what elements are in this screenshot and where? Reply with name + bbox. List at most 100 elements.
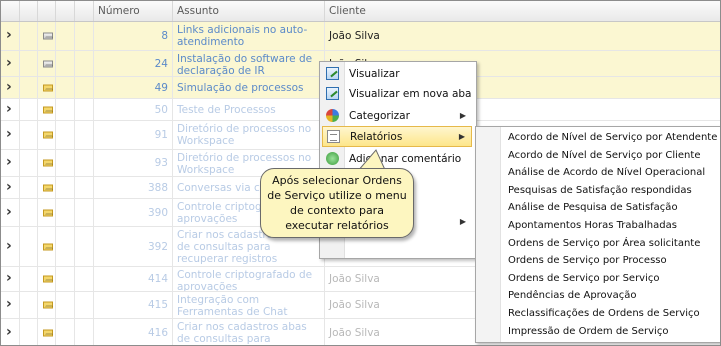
row-cell [75,177,94,198]
cell-assunto[interactable]: Integração com Ferramentas de Chat [173,292,325,318]
submenu-item-label: Ordens de Serviço por Processo [508,255,667,267]
submenu-item-label: Reclassificações de Ordens de Serviço [508,308,700,319]
cell-assunto[interactable]: Teste de Processos [173,99,325,120]
submenu-item-label: Impressão de Ordem de Serviço [508,325,669,337]
cell-numero[interactable]: 416 [94,319,173,345]
cell-numero[interactable]: 414 [94,267,173,291]
expand-arrow-icon[interactable] [1,267,20,291]
cliente-text: João Silva [329,273,380,285]
row-cell [20,150,38,176]
submenu-item[interactable]: Pesquisas de Satisfação respondidas [476,182,720,200]
cell-numero[interactable]: 390 [94,199,173,226]
header-assunto[interactable]: Assunto [173,1,325,21]
cell-assunto[interactable]: Diretório de processos no Workspace [173,121,325,149]
expand-arrow-icon[interactable] [1,199,20,226]
header-cliente[interactable]: Cliente [325,1,720,21]
cell-assunto[interactable]: Criar nos cadastros abas de consultas pa… [173,319,325,345]
envelope-closed-icon [43,243,53,250]
row-cell [20,22,38,50]
expand-arrow-icon[interactable] [1,177,20,198]
callout-text: Após selecionar Ordens de Serviço utiliz… [267,174,407,232]
cell-numero[interactable]: 392 [94,227,173,266]
submenu-item[interactable]: Ordens de Serviço por Área solicitante [476,235,720,253]
submenu-item[interactable]: Análise de Acordo de Nível Operacional [476,164,720,182]
expand-arrow-icon[interactable] [1,319,20,345]
submenu-item[interactable]: Acordo de Nível de Serviço por Atendente [476,129,720,147]
expand-arrow-icon[interactable] [1,77,20,98]
header-col-3 [38,1,56,21]
menu-item-label: Relatórios [350,131,403,143]
numero-link[interactable]: 388 [148,182,168,194]
menu-item-visualizar[interactable]: Visualizar [322,64,472,84]
submenu-item[interactable]: Acordo de Nível de Serviço por Cliente [476,147,720,165]
row-cell [20,319,38,345]
envelope-closed-icon [43,184,53,191]
menu-item-categorizar[interactable]: Categorizar ▶ [322,106,472,126]
view-new-tab-icon [326,87,339,100]
row-cell [56,292,75,318]
grid-header: Número Assunto Cliente [1,1,720,22]
row-cell [56,319,75,345]
cell-numero[interactable]: 8 [94,22,173,50]
row-cell [38,51,56,76]
envelope-closed-icon [43,84,53,91]
submenu-item[interactable]: Ordens de Serviço por Processo [476,252,720,270]
numero-link[interactable]: 392 [148,241,168,253]
cell-assunto[interactable]: Links adicionais no auto-atendimento [173,22,325,50]
row-cell [38,22,56,50]
submenu-item-label: Análise de Pesquisa de Satisfação [508,202,678,214]
cell-numero[interactable]: 93 [94,150,173,176]
cell-numero[interactable]: 415 [94,292,173,318]
submenu-item[interactable]: Ordens de Serviço por Serviço [476,270,720,288]
table-row[interactable]: 8 Links adicionais no auto-atendimento J… [1,22,720,51]
expand-arrow-icon[interactable] [1,99,20,120]
row-cell [75,319,94,345]
submenu-item[interactable]: Reclassificações de Ordens de Serviço [476,305,720,323]
menu-item-visualizar-nova-aba[interactable]: Visualizar em nova aba [322,84,472,104]
cell-assunto[interactable]: Instalação do software de declaração de … [173,51,325,76]
expand-arrow-icon[interactable] [1,121,20,149]
submenu-item[interactable]: Análise de Pesquisa de Satisfação [476,199,720,217]
numero-link[interactable]: 93 [155,157,168,169]
numero-link[interactable]: 414 [148,273,168,285]
numero-link[interactable]: 50 [155,104,168,116]
numero-link[interactable]: 8 [161,30,168,42]
numero-link[interactable]: 416 [148,327,168,339]
row-cell [75,199,94,226]
cell-assunto[interactable]: Simulação de processos [173,77,325,98]
submenu-item-label: Ordens de Serviço por Área solicitante [508,237,701,249]
categorize-icon [326,109,339,122]
row-cell [20,99,38,120]
cell-numero[interactable]: 49 [94,77,173,98]
cell-numero[interactable]: 50 [94,99,173,120]
submenu-item[interactable]: Apontamentos Horas Trabalhadas [476,217,720,235]
numero-link[interactable]: 390 [148,207,168,219]
row-cell [20,177,38,198]
cell-assunto[interactable]: Controle criptografado de aprovações [173,267,325,291]
menu-item-label: Visualizar em nova aba [349,88,472,100]
numero-link[interactable]: 91 [155,129,168,141]
expand-arrow-icon[interactable] [1,292,20,318]
submenu-item-label: Análise de Acordo de Nível Operacional [508,167,706,179]
expand-arrow-icon[interactable] [1,227,20,266]
numero-link[interactable]: 24 [155,58,168,70]
numero-link[interactable]: 415 [148,299,168,311]
cell-numero[interactable]: 24 [94,51,173,76]
row-cell [56,199,75,226]
row-cell [38,227,56,266]
expand-arrow-icon[interactable] [1,22,20,50]
menu-item-relatorios[interactable]: Relatórios ▶ [322,126,472,147]
expand-arrow-icon[interactable] [1,51,20,76]
expand-arrow-icon[interactable] [1,150,20,176]
header-numero[interactable]: Número [94,1,173,21]
cell-numero[interactable]: 91 [94,121,173,149]
menu-item-adicionar-comentario[interactable]: Adicionar comentário [322,149,472,169]
submenu-item[interactable]: Impressão de Ordem de Serviço [476,323,720,341]
numero-link[interactable]: 49 [155,82,168,94]
cell-numero[interactable]: 388 [94,177,173,198]
envelope-open-icon [43,60,53,67]
row-cell [75,267,94,291]
cliente-text: João Silva [329,30,380,42]
cell-cliente: João Silva [325,22,720,50]
submenu-item[interactable]: Pendências de Aprovação [476,287,720,305]
